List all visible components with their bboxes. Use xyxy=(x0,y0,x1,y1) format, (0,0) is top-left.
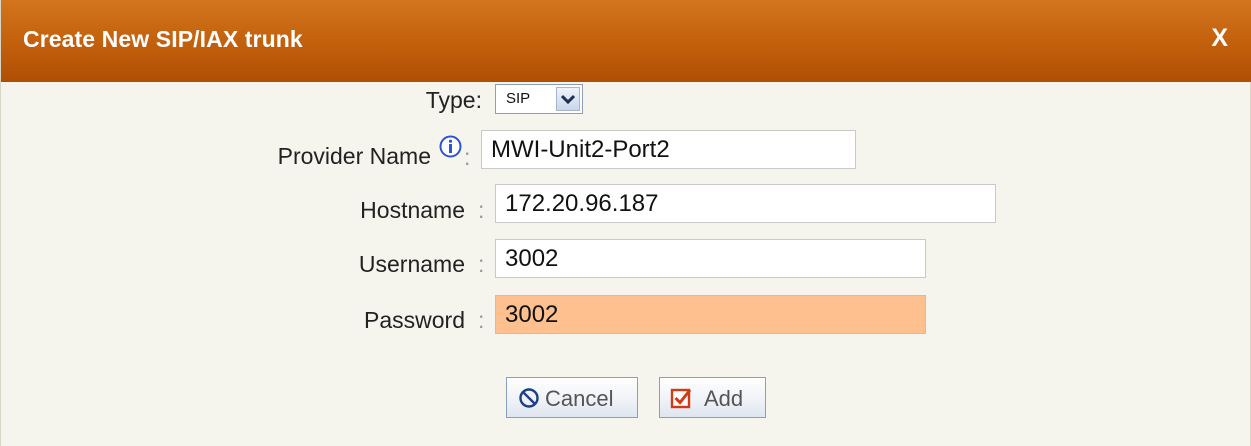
password-colon: : xyxy=(478,307,485,333)
checkbox-check-icon xyxy=(670,387,692,415)
add-button[interactable]: Add xyxy=(659,377,766,418)
create-trunk-dialog: Create New SIP/IAX trunk X Type: SIP Pro… xyxy=(0,0,1251,446)
info-icon[interactable] xyxy=(439,135,462,158)
chevron-down-icon[interactable] xyxy=(556,87,580,111)
type-select-value: SIP xyxy=(506,90,531,107)
type-select[interactable]: SIP xyxy=(495,84,583,114)
username-colon: : xyxy=(478,251,485,277)
password-input[interactable] xyxy=(495,295,926,334)
password-label: Password xyxy=(364,307,465,333)
hostname-colon: : xyxy=(478,197,485,223)
provider-name-label: Provider Name xyxy=(277,143,431,169)
username-input[interactable] xyxy=(495,239,926,278)
type-label: Type: xyxy=(425,87,482,113)
close-button[interactable]: X xyxy=(1211,24,1228,53)
hostname-input[interactable] xyxy=(495,184,996,223)
add-button-label: Add xyxy=(704,386,744,411)
provider-name-colon: : xyxy=(464,144,471,170)
cancel-button-label: Cancel xyxy=(545,386,614,411)
cancel-button[interactable]: Cancel xyxy=(506,377,638,418)
cancel-circle-icon xyxy=(518,387,540,415)
username-label: Username xyxy=(358,251,465,277)
dialog-title: Create New SIP/IAX trunk xyxy=(23,26,303,52)
dialog-title-bar[interactable]: Create New SIP/IAX trunk X xyxy=(1,0,1251,82)
hostname-label: Hostname xyxy=(360,197,465,223)
provider-name-input[interactable] xyxy=(481,130,856,169)
